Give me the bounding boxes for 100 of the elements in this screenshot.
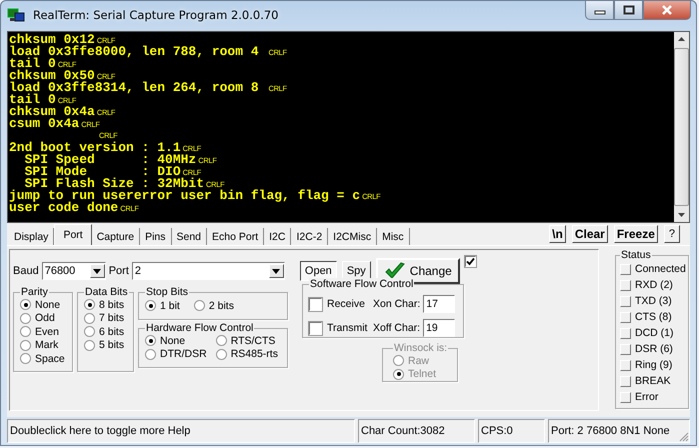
toolbar-button[interactable]: Freeze [614, 225, 658, 243]
radio-button[interactable] [20, 299, 31, 310]
radio-button[interactable] [84, 312, 95, 324]
scrollbar[interactable] [674, 32, 689, 222]
scroll-up-icon [677, 36, 686, 42]
dropdown-arrow-icon [93, 268, 102, 274]
terminal-line: chksum 0x4a [9, 106, 95, 118]
dropdown[interactable]: 76800 [42, 262, 106, 280]
field-label: Baud [13, 265, 39, 277]
status-label: CTS (8) [635, 311, 672, 323]
terminal-line: tail 0 [9, 94, 56, 106]
status-label: Connected [635, 263, 686, 275]
radio-label: DTR/DSR [160, 348, 207, 360]
radio-label: 8 bits [99, 298, 124, 311]
tab[interactable]: Capture [92, 228, 140, 245]
status-label: Error [635, 391, 658, 403]
checkbox[interactable] [309, 322, 322, 334]
radio-label: Space [35, 352, 65, 365]
radio-label: Odd [35, 312, 55, 324]
radio-button[interactable] [84, 299, 95, 310]
radio-button[interactable] [20, 353, 31, 364]
close-icon [661, 5, 673, 15]
radio-label: RS485-rts [230, 348, 278, 360]
terminal-line: tail 0 [9, 58, 56, 70]
radio-label: None [160, 334, 186, 347]
radio-label: 5 bits [99, 339, 124, 352]
radio-label: 6 bits [99, 326, 124, 338]
terminal-line: SPI Flash Size : 32Mbit [24, 178, 204, 190]
resize-grip-icon [679, 432, 689, 442]
text-field[interactable]: 17 [423, 295, 456, 313]
status-bar-cell: CPS:0 [478, 419, 545, 443]
radio-button[interactable] [20, 312, 31, 324]
terminal-line: SPI Mode : DIO [24, 166, 181, 178]
maximize-icon [622, 5, 634, 15]
terminal-line: load 0x3ffe8000, len 788, room 4 [9, 46, 260, 58]
status-bar-cell: Char Count:3082 [358, 419, 475, 443]
group-title: Winsock is: [393, 342, 448, 354]
checkbox[interactable] [464, 256, 476, 267]
scroll-down-icon [677, 212, 686, 218]
checkmark-icon [384, 262, 406, 280]
group-title: Parity [20, 286, 49, 298]
toolbar-button[interactable]: ? [664, 225, 680, 243]
text-field[interactable]: 19 [423, 319, 456, 337]
app-icon [7, 7, 25, 23]
radio-button[interactable] [20, 340, 31, 351]
terminal-line: csum 0x4a [9, 118, 80, 130]
terminal-line: SPI Speed : 40MHz [24, 154, 196, 166]
status-label: BREAK [635, 375, 671, 387]
radio-button[interactable] [145, 335, 156, 346]
radio-button[interactable] [145, 300, 156, 312]
window-title: RealTerm: Serial Capture Program 2.0.0.70 [33, 8, 278, 22]
terminal-line: jump to run usererror user bin flag, flag = c [9, 190, 360, 202]
tab[interactable]: Port [54, 224, 92, 245]
radio-label: RTS/CTS [230, 334, 276, 347]
radio-button[interactable] [216, 348, 227, 360]
radio-label: Even [35, 326, 59, 338]
close-button[interactable] [643, 1, 691, 20]
group-title: Data Bits [84, 286, 129, 298]
minimize-button[interactable] [585, 1, 614, 20]
field-label: Xoff Char: [373, 322, 420, 334]
radio-button[interactable] [84, 340, 95, 351]
status-label: Ring (9) [635, 359, 672, 371]
tab[interactable]: Send [172, 228, 208, 245]
radio-label: 7 bits [99, 312, 124, 324]
radio-button[interactable] [194, 300, 205, 312]
radio-label: Mark [35, 339, 58, 352]
radio-button[interactable] [145, 348, 156, 360]
terminal-line: 2nd boot version : 1.1 [9, 142, 181, 154]
terminal-line: chksum 0x12 [9, 34, 95, 46]
status-label: RXD (2) [635, 279, 673, 291]
checkbox[interactable] [309, 298, 322, 310]
status-label: TXD (3) [635, 295, 672, 307]
scroll-thumb[interactable] [674, 48, 689, 206]
checkbox-label: Transmit [327, 322, 368, 334]
open-button[interactable]: Open [300, 261, 337, 281]
status-label: DCD (1) [635, 327, 674, 339]
field-label: Port [108, 265, 129, 277]
terminal-line: chksum 0x50 [9, 70, 95, 82]
radio-label: Raw [408, 354, 430, 367]
status-bar-cell: Port: 2 76800 8N1 None [548, 419, 690, 443]
maximize-button[interactable] [614, 1, 643, 20]
radio-label: 1 bit [160, 300, 180, 312]
group-title: Stop Bits [145, 286, 190, 298]
checkbox-label: Receive [327, 298, 366, 310]
toolbar-button[interactable]: \n [549, 225, 566, 243]
status-label: DSR (6) [635, 343, 673, 355]
group-title: Status [620, 249, 652, 261]
terminal-line: user code done [9, 202, 118, 214]
radio-button[interactable] [84, 326, 95, 338]
radio-label: None [35, 298, 60, 311]
dropdown[interactable]: 2 [132, 262, 285, 280]
check-icon [466, 257, 475, 266]
radio-button[interactable] [20, 326, 31, 338]
toolbar-button[interactable]: Clear [572, 225, 608, 243]
group-title: Hardware Flow Control [145, 322, 254, 334]
radio-label: 2 bits [208, 300, 234, 312]
field-label: Xon Char: [373, 298, 420, 310]
radio-label: Telnet [408, 368, 436, 380]
status-bar-cell[interactable]: Doubleclick here to toggle more Help [7, 419, 355, 443]
radio-button[interactable] [216, 335, 227, 346]
